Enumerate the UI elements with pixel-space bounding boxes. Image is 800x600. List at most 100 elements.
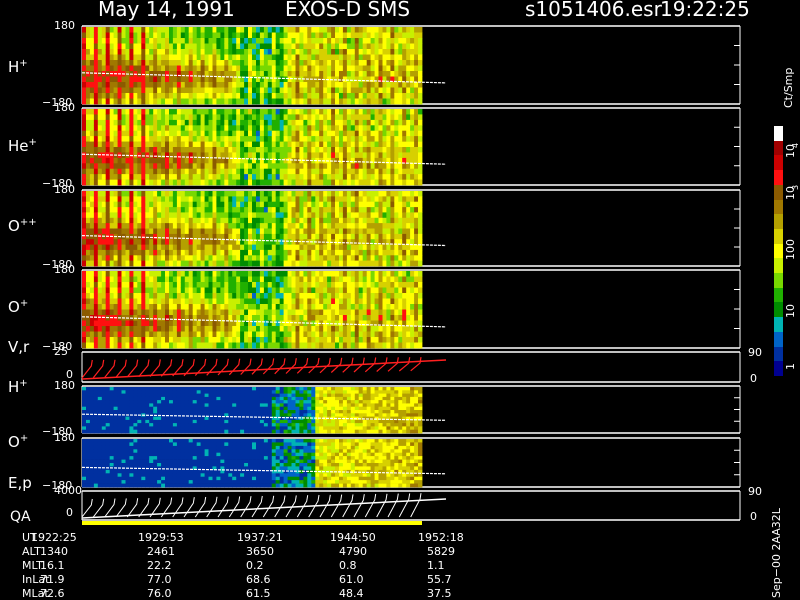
heatmap-cell bbox=[358, 109, 364, 115]
heatmap-cell bbox=[121, 54, 126, 61]
heatmap-cell bbox=[157, 249, 162, 256]
heatmap-cell bbox=[346, 71, 352, 77]
heatmap-cell bbox=[350, 136, 356, 142]
heatmap-cell bbox=[86, 32, 91, 39]
heatmap-cell bbox=[256, 217, 261, 224]
heatmap-cell bbox=[169, 119, 174, 126]
heatmap-cell bbox=[327, 217, 332, 224]
heatmap-cell bbox=[220, 217, 225, 224]
heatmap-cell bbox=[240, 65, 245, 72]
heatmap-cell bbox=[196, 130, 202, 137]
heatmap-cell bbox=[402, 114, 407, 121]
heatmap-cell bbox=[240, 260, 245, 267]
heatmap-cell bbox=[267, 147, 273, 153]
heatmap-cell bbox=[394, 147, 399, 153]
heatmap-cell bbox=[267, 249, 273, 256]
heatmap-cell bbox=[414, 179, 419, 186]
heatmap-cell bbox=[418, 141, 423, 148]
heatmap-cell bbox=[366, 249, 372, 256]
heatmap-cell bbox=[346, 276, 352, 283]
heatmap-cell bbox=[145, 196, 150, 203]
heatmap-cell bbox=[418, 217, 423, 224]
heatmap-cell bbox=[172, 114, 178, 121]
heatmap-cell bbox=[180, 119, 186, 126]
heatmap-cell bbox=[287, 276, 292, 283]
heatmap-cell bbox=[402, 152, 407, 159]
heatmap-cell bbox=[386, 233, 391, 240]
heatmap-cell bbox=[161, 130, 166, 137]
heatmap-cell bbox=[259, 331, 265, 338]
heatmap-cell bbox=[303, 71, 308, 77]
heatmap-cell bbox=[263, 287, 269, 294]
heatmap-cell bbox=[248, 282, 253, 288]
heatmap-cell bbox=[93, 304, 99, 310]
heatmap-cell bbox=[256, 43, 261, 50]
heatmap-cell bbox=[271, 174, 277, 180]
heatmap-cell bbox=[145, 304, 150, 310]
heatmap-cell bbox=[105, 201, 111, 208]
heatmap-cell bbox=[307, 49, 312, 55]
heatmap-cell bbox=[354, 163, 360, 170]
heatmap-cell bbox=[414, 32, 419, 39]
heatmap-cell bbox=[188, 76, 194, 83]
heatmap-cell bbox=[129, 320, 134, 327]
heatmap-cell bbox=[117, 157, 122, 164]
heatmap-cell bbox=[129, 93, 134, 99]
heatmap-cell bbox=[374, 287, 379, 294]
heatmap-cell bbox=[267, 32, 273, 39]
heatmap-cell bbox=[374, 228, 379, 235]
heatmap-cell bbox=[354, 76, 360, 83]
heatmap-cell bbox=[105, 400, 111, 404]
heatmap-cell bbox=[101, 87, 107, 94]
heatmap-cell bbox=[121, 32, 126, 39]
heatmap-cell bbox=[113, 387, 118, 391]
heatmap-cell bbox=[342, 320, 348, 327]
heatmap-cell bbox=[406, 60, 411, 66]
heatmap-cell bbox=[176, 109, 182, 115]
heatmap-cell bbox=[172, 65, 178, 72]
heatmap-cell bbox=[291, 320, 296, 327]
heatmap-cell bbox=[117, 54, 122, 61]
heatmap-cell bbox=[169, 331, 174, 338]
heatmap-cell bbox=[137, 271, 142, 277]
heatmap-cell bbox=[342, 147, 348, 153]
heatmap-cell bbox=[113, 400, 118, 404]
heatmap-cell bbox=[350, 217, 356, 224]
heatmap-cell bbox=[145, 152, 150, 159]
heatmap-cell bbox=[394, 212, 399, 219]
heatmap-cell bbox=[192, 136, 198, 142]
heatmap-cell bbox=[295, 27, 300, 33]
heatmap-cell bbox=[232, 38, 237, 44]
heatmap-cell bbox=[331, 331, 336, 338]
heatmap-cell bbox=[125, 249, 130, 256]
heatmap-cell bbox=[410, 207, 415, 213]
heatmap-cell bbox=[386, 168, 391, 175]
heatmap-cell bbox=[105, 82, 111, 88]
heatmap-cell bbox=[299, 298, 304, 305]
heatmap-cell bbox=[291, 174, 296, 180]
heatmap-cell bbox=[216, 163, 221, 170]
heatmap-cell bbox=[153, 141, 158, 148]
heatmap-cell bbox=[149, 244, 154, 251]
heatmap-cell bbox=[196, 93, 202, 99]
heatmap-cell bbox=[252, 196, 257, 203]
heatmap-cell bbox=[188, 93, 194, 99]
heatmap-cell bbox=[350, 119, 356, 126]
heatmap-cell bbox=[342, 239, 348, 245]
heatmap-cell bbox=[410, 191, 415, 197]
heatmap-cell bbox=[188, 136, 194, 142]
heatmap-cell bbox=[346, 93, 352, 99]
heatmap-cell bbox=[117, 400, 122, 404]
heatmap-cell bbox=[386, 179, 391, 186]
heatmap-cell bbox=[109, 400, 115, 404]
heatmap-cell bbox=[145, 337, 150, 343]
heatmap-cell bbox=[117, 49, 122, 55]
heatmap-cell bbox=[82, 217, 87, 224]
heatmap-cell bbox=[212, 320, 217, 327]
heatmap-cell bbox=[165, 276, 170, 283]
heatmap-cell bbox=[93, 342, 99, 349]
heatmap-cell bbox=[311, 98, 316, 105]
heatmap-cell bbox=[133, 249, 138, 256]
heatmap-cell bbox=[418, 342, 423, 349]
heatmap-cell bbox=[184, 168, 190, 175]
